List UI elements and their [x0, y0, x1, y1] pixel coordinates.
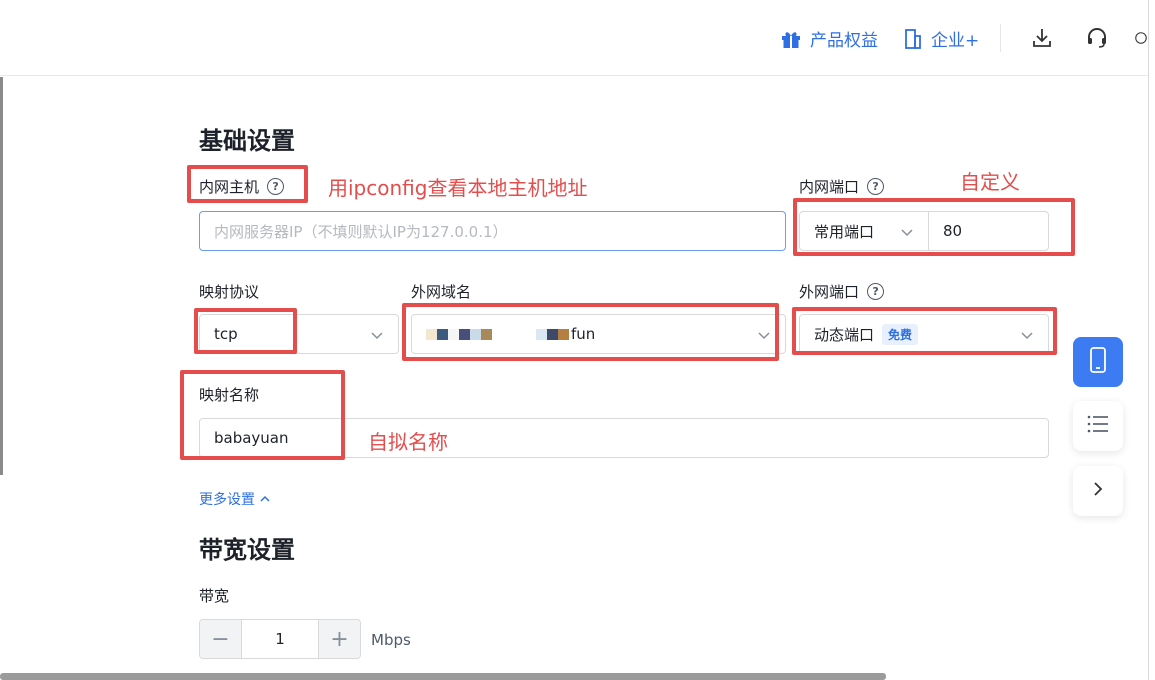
bandwidth-label: 带宽 — [199, 587, 230, 605]
host-placeholder: 内网服务器IP（不填则默认IP为127.0.0.1） — [214, 222, 508, 241]
topbar-divider — [1000, 24, 1001, 52]
inner-port-label-row: 内网端口 ? — [799, 176, 885, 197]
product-benefits-link[interactable]: 产品权益 — [780, 26, 878, 51]
free-badge: 免费 — [882, 323, 919, 345]
outer-port-value: 动态端口 — [814, 325, 875, 344]
inner-port-input[interactable]: 80 — [928, 211, 1049, 251]
protocol-value: tcp — [214, 325, 238, 343]
vertical-scrollbar[interactable] — [1148, 0, 1155, 680]
chevron-up-icon — [259, 493, 271, 505]
increment-button[interactable]: + — [319, 620, 360, 658]
chevron-down-icon — [900, 225, 914, 243]
mobile-button[interactable] — [1073, 337, 1123, 387]
annotation-host-note: 用ipconfig查看本地主机地址 — [328, 176, 588, 200]
host-input[interactable]: 内网服务器IP（不填则默认IP为127.0.0.1） — [199, 211, 786, 251]
help-icon[interactable]: ? — [867, 283, 885, 300]
domain-select[interactable]: fun — [411, 314, 786, 354]
product-benefits-label: 产品权益 — [810, 31, 878, 51]
more-settings-toggle[interactable]: 更多设置 — [199, 489, 271, 509]
left-scroll-edge — [0, 77, 3, 475]
help-icon[interactable]: ? — [267, 178, 285, 195]
outer-port-label: 外网端口 — [799, 283, 860, 301]
bandwidth-settings-title: 带宽设置 — [199, 536, 295, 564]
annotation-port-note: 自定义 — [960, 170, 1020, 194]
host-label-row: 内网主机 ? — [199, 176, 285, 197]
host-label: 内网主机 — [199, 178, 260, 196]
help-icon[interactable]: ? — [867, 178, 885, 195]
list-button[interactable] — [1073, 401, 1123, 451]
inner-port-type-value: 常用端口 — [814, 222, 875, 241]
mapping-name-value: babayuan — [214, 429, 289, 447]
clock-icon[interactable] — [1134, 24, 1148, 52]
bandwidth-unit: Mbps — [371, 631, 411, 649]
annotation-name-note: 自拟名称 — [368, 430, 448, 454]
bandwidth-value[interactable]: 1 — [241, 620, 319, 658]
chevron-right-icon — [1091, 481, 1105, 501]
mapping-name-input[interactable]: babayuan — [199, 418, 1049, 458]
list-icon — [1087, 415, 1109, 437]
expand-button[interactable] — [1073, 466, 1123, 516]
inner-port-type-select[interactable]: 常用端口 — [799, 211, 929, 251]
phone-icon — [1088, 346, 1108, 378]
enterprise-label: 企业+ — [931, 31, 980, 51]
basic-settings-title: 基础设置 — [199, 127, 295, 155]
horizontal-scrollbar[interactable] — [0, 673, 886, 680]
download-icon[interactable] — [1028, 24, 1056, 52]
domain-suffix: fun — [571, 325, 596, 343]
top-bar: 产品权益 企业+ — [0, 0, 1148, 76]
more-settings-label: 更多设置 — [199, 492, 255, 508]
gift-icon — [780, 28, 802, 50]
inner-port-label: 内网端口 — [799, 178, 860, 196]
inner-port-value: 80 — [943, 222, 963, 240]
chevron-down-icon — [1020, 328, 1034, 346]
outer-port-label-row: 外网端口 ? — [799, 281, 885, 302]
redacted-domain — [426, 328, 569, 340]
protocol-select[interactable]: tcp — [199, 314, 399, 354]
mapping-name-label: 映射名称 — [199, 386, 260, 404]
building-icon — [903, 28, 923, 50]
protocol-label: 映射协议 — [199, 283, 260, 301]
bandwidth-stepper: − 1 + — [199, 619, 361, 659]
outer-port-select[interactable]: 动态端口 免费 — [799, 314, 1049, 354]
chevron-down-icon — [757, 328, 771, 346]
decrement-button[interactable]: − — [200, 620, 241, 658]
domain-label: 外网域名 — [411, 283, 472, 301]
enterprise-link[interactable]: 企业+ — [903, 26, 979, 51]
headset-icon[interactable] — [1083, 24, 1111, 52]
chevron-down-icon — [370, 328, 384, 346]
